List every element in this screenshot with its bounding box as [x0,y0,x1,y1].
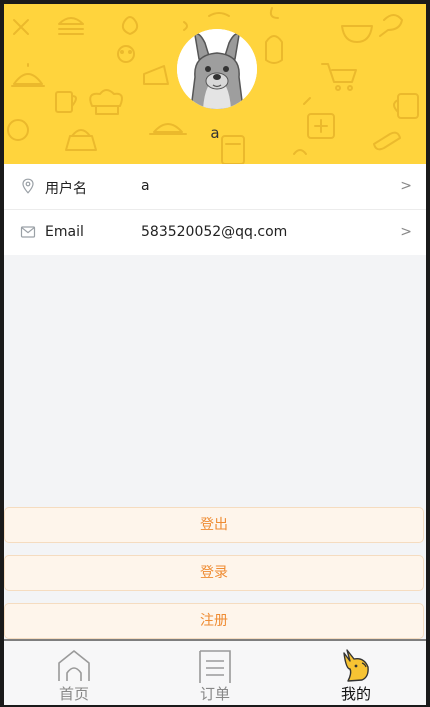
tab-home-label: 首页 [58,685,89,703]
email-label: Email [45,224,84,240]
mail-icon [20,226,36,238]
profile-header: a [4,4,426,164]
order-list-icon [199,650,231,683]
info-row-username[interactable]: 用户名 a > [4,164,426,210]
chevron-right-icon: > [400,178,412,194]
home-icon [58,650,90,681]
tab-orders-label: 订单 [199,685,230,703]
info-row-email[interactable]: Email 583520052@qq.com > [4,210,426,255]
tab-home[interactable]: 首页 [4,641,144,705]
register-button[interactable]: 注册 [4,603,424,639]
kangaroo-icon [343,649,369,682]
chevron-right-icon: > [400,224,412,240]
logout-button[interactable]: 登出 [4,507,424,543]
profile-nickname: a [210,124,220,142]
email-value: 583520052@qq.com [141,224,288,240]
avatar[interactable] [177,29,257,109]
tab-bar: 首页 订单 我的 [4,639,426,705]
tab-mine-label: 我的 [340,685,371,703]
tab-orders[interactable]: 订单 [145,641,285,705]
profile-info-list: 用户名 a > Email 583520052@qq.com > [4,164,426,255]
username-value: a [141,178,150,194]
username-label: 用户名 [45,181,87,197]
location-pin-icon [22,178,34,194]
kangaroo-avatar-icon [177,29,257,109]
login-button[interactable]: 登录 [4,555,424,591]
tab-mine[interactable]: 我的 [286,641,426,705]
